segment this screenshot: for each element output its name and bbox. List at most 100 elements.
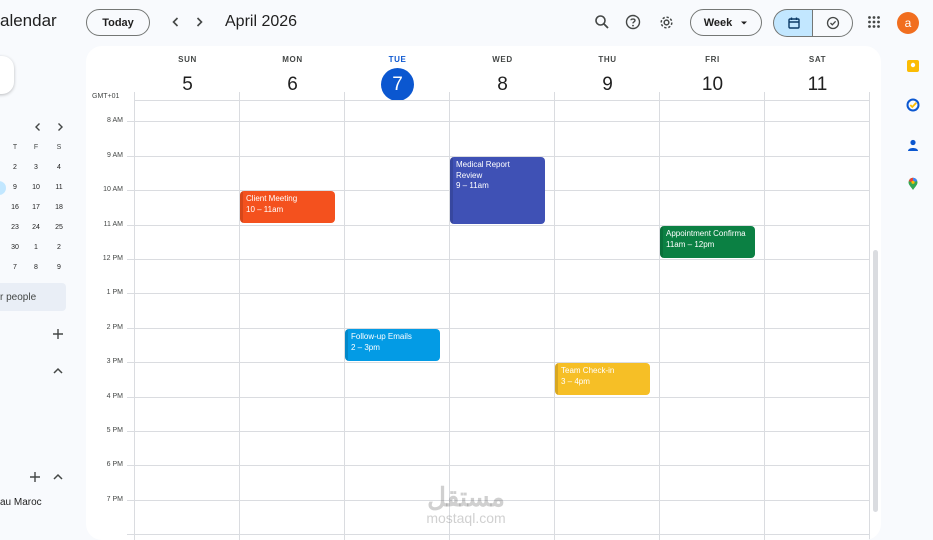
mini-calendar-day[interactable]: 4	[51, 161, 67, 175]
hour-label: 8 AM	[107, 117, 123, 124]
tasks-view-button[interactable]	[812, 9, 853, 37]
event-title: Client Meeting	[246, 194, 298, 203]
next-week-button[interactable]	[189, 12, 209, 32]
calendar-view-button[interactable]	[773, 9, 813, 37]
day-column-divider	[134, 92, 135, 540]
account-avatar[interactable]: a	[897, 12, 919, 34]
event-time: 2 – 3pm	[351, 342, 380, 352]
search-people-field[interactable]: r people	[0, 283, 66, 311]
settings-button[interactable]	[656, 12, 676, 32]
mini-calendar-week-row: 234	[0, 161, 72, 175]
today-button[interactable]: Today	[86, 9, 150, 36]
create-button[interactable]	[0, 56, 14, 94]
settings-icon	[659, 15, 673, 29]
hour-label: 3 PM	[106, 358, 123, 365]
hour-gridline	[127, 362, 870, 363]
mini-calendar-day[interactable]: 3	[28, 161, 44, 175]
chevron-up-icon	[53, 473, 63, 480]
day-of-week-label: SAT	[808, 55, 827, 64]
chevron-up-icon	[53, 367, 63, 374]
mini-calendar-prev-button[interactable]	[30, 119, 46, 135]
view-select[interactable]: Week	[690, 9, 762, 36]
day-of-week-label: FRI	[705, 55, 720, 64]
mini-calendar-day[interactable]: 9	[7, 181, 23, 195]
keep-icon	[907, 60, 919, 72]
add-other-calendar-button[interactable]	[51, 327, 65, 341]
apps-button[interactable]	[864, 12, 884, 32]
mini-calendar-day[interactable]: 16	[7, 201, 23, 215]
calendar-event[interactable]: Client Meeting 10 – 11am	[240, 191, 335, 223]
grid-scrollbar[interactable]	[873, 250, 878, 512]
help-button[interactable]	[623, 12, 643, 32]
mini-calendar-week-row: 789	[0, 261, 72, 275]
event-time: 11am – 12pm	[666, 239, 715, 249]
keep-button[interactable]	[905, 58, 921, 74]
hour-label: 7 PM	[106, 496, 123, 503]
calendar-list-item[interactable]: au Maroc	[0, 497, 42, 508]
day-of-week-label: SUN	[178, 55, 197, 64]
watermark-arabic: مستقل	[427, 482, 505, 512]
day-column-divider	[659, 92, 660, 540]
event-time: 10 – 11am	[246, 204, 284, 214]
maps-button[interactable]	[905, 176, 921, 192]
mini-calendar-day[interactable]: 9	[51, 261, 67, 275]
tasks-icon	[906, 98, 920, 112]
hour-gridline	[127, 534, 870, 535]
date-number[interactable]: 9	[591, 68, 624, 101]
app-title: alendar	[0, 11, 57, 30]
calendar-event[interactable]: Follow-up Emails 2 – 3pm	[345, 329, 440, 361]
date-number[interactable]: 6	[276, 68, 309, 101]
collapse-my-calendars-button[interactable]	[51, 364, 65, 378]
mini-calendar-day[interactable]: 7	[7, 261, 23, 275]
day-column-divider	[869, 92, 870, 540]
date-number[interactable]: 5	[171, 68, 204, 101]
hour-gridline	[127, 431, 870, 432]
mini-calendar-day[interactable]: 11	[51, 181, 67, 195]
mini-calendar-day[interactable]: 30	[7, 241, 23, 255]
hour-label: 9 AM	[107, 152, 123, 159]
mini-calendar-day[interactable]: 23	[7, 221, 23, 235]
mini-calendar-weekday: F	[33, 144, 39, 151]
hour-label: 6 PM	[106, 461, 123, 468]
mini-calendar-day[interactable]: 24	[28, 221, 44, 235]
previous-week-button[interactable]	[166, 12, 186, 32]
contacts-button[interactable]	[905, 137, 921, 153]
today-date-number[interactable]: 7	[381, 68, 414, 101]
collapse-other-calendars-button[interactable]	[51, 470, 65, 484]
mini-calendar-next-button[interactable]	[52, 119, 68, 135]
caret-down-icon	[741, 21, 748, 24]
tasks-button[interactable]	[905, 97, 921, 113]
calendar-event[interactable]: Medical Report Review 9 – 11am	[450, 157, 545, 224]
calendar-event[interactable]: Appointment Confirma 11am – 12pm	[660, 226, 755, 258]
apps-grid-icon	[868, 16, 880, 28]
hour-label: 11 AM	[103, 221, 123, 228]
plus-icon	[30, 472, 40, 482]
event-title: Medical Report	[456, 160, 510, 169]
hour-label: 5 PM	[106, 427, 123, 434]
contacts-icon	[908, 139, 918, 151]
calendar-event[interactable]: Team Check-in 3 – 4pm	[555, 363, 650, 395]
mini-calendar-day[interactable]: 25	[51, 221, 67, 235]
date-number[interactable]: 10	[696, 68, 729, 101]
mini-calendar-day[interactable]: 2	[7, 161, 23, 175]
hour-gridline	[127, 397, 870, 398]
mini-calendar-day[interactable]: 17	[28, 201, 44, 215]
mini-calendar-weekday-row: TFS	[0, 141, 72, 155]
timezone-label: GMT+01	[92, 93, 120, 100]
calendar-view-icon	[787, 17, 800, 29]
mini-calendar-day[interactable]: 10	[28, 181, 44, 195]
search-icon	[595, 15, 609, 29]
date-number[interactable]: 8	[486, 68, 519, 101]
mini-calendar-day[interactable]: 1	[28, 241, 44, 255]
day-column-divider	[764, 92, 765, 540]
search-button[interactable]	[592, 12, 612, 32]
add-calendar-button[interactable]	[28, 470, 42, 484]
current-period-label: April 2026	[225, 13, 298, 30]
watermark-latin: mostaql.com	[426, 510, 506, 526]
mini-calendar-day[interactable]: 18	[51, 201, 67, 215]
chevron-right-icon	[58, 123, 63, 131]
date-number[interactable]: 11	[801, 68, 834, 101]
hour-gridline	[127, 293, 870, 294]
mini-calendar-day[interactable]: 2	[51, 241, 67, 255]
mini-calendar-day[interactable]: 8	[28, 261, 44, 275]
